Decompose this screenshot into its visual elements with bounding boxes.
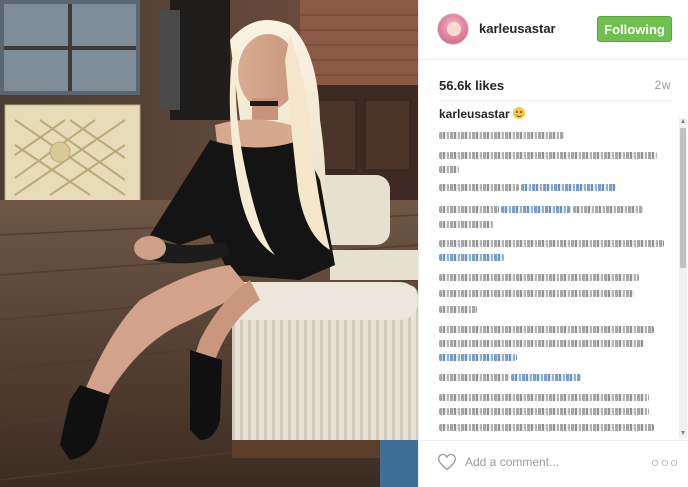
blurred-text-line [573, 206, 643, 213]
blurred-text-line [439, 152, 657, 159]
blurred-link-line[interactable] [521, 184, 616, 191]
add-comment-input[interactable] [465, 451, 625, 473]
blurred-link-line[interactable] [439, 254, 504, 261]
blurred-text-line [439, 306, 477, 313]
blurred-link-line[interactable] [511, 374, 581, 381]
scroll-down-arrow-icon[interactable]: ▼ [679, 430, 687, 438]
following-button[interactable]: Following [597, 16, 672, 42]
post-photo-image [0, 0, 418, 487]
blurred-text-line [439, 166, 459, 173]
smiling-face-emoji-icon [512, 107, 525, 119]
blurred-text-line [439, 424, 654, 431]
post-header: karleusastar Following [419, 0, 688, 60]
comment-footer: ○○○ [419, 440, 688, 487]
post-side-panel: karleusastar Following 56.6k likes 2w ka… [418, 0, 688, 487]
blurred-text-line [439, 408, 649, 415]
caption-username-link[interactable]: karleusastar [439, 107, 510, 121]
blurred-text-line [439, 290, 634, 297]
blurred-text-line [439, 240, 664, 247]
avatar[interactable] [437, 13, 469, 45]
blurred-text-line [439, 184, 519, 191]
scroll-up-arrow-icon[interactable]: ▲ [679, 118, 687, 126]
blurred-text-line [439, 340, 644, 347]
blurred-text-line [439, 394, 649, 401]
blurred-link-line[interactable] [439, 354, 517, 361]
post-age[interactable]: 2w [655, 78, 671, 92]
divider [439, 100, 671, 101]
blurred-text-line [439, 274, 639, 281]
caption-text-blurred [439, 128, 671, 438]
likes-count[interactable]: 56.6k likes [439, 78, 504, 93]
username-link[interactable]: karleusastar [479, 21, 556, 36]
blurred-text-line [439, 206, 499, 213]
caption: karleusastar [439, 107, 671, 121]
more-options-icon[interactable]: ○○○ [651, 453, 678, 471]
post-photo[interactable] [0, 0, 418, 487]
blurred-text-line [439, 221, 494, 228]
caption-scrollbar[interactable]: ▲ ▼ [679, 118, 687, 438]
blurred-text-line [439, 132, 564, 139]
heart-icon[interactable] [437, 452, 457, 472]
blurred-text-line [439, 374, 509, 381]
blurred-link-line[interactable] [501, 206, 571, 213]
blurred-text-line [439, 326, 654, 333]
scrollbar-thumb[interactable] [680, 128, 686, 268]
post-meta: 56.6k likes 2w [439, 76, 671, 96]
